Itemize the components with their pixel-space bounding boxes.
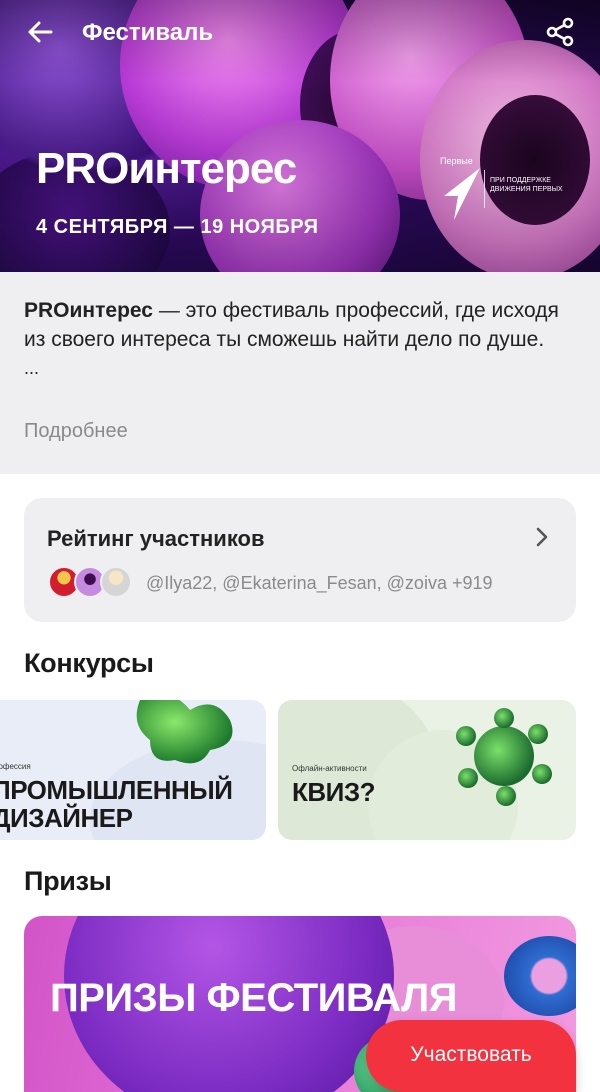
contest-card-industrial-designer[interactable]: рофессия ПРОМЫШЛЕННЫЙ ДИЗАЙНЕР xyxy=(0,700,266,840)
partner-logo-mark xyxy=(444,168,480,220)
banner-dates: 4 СЕНТЯБРЯ — 19 НОЯБРЯ xyxy=(36,216,319,238)
card-decoration xyxy=(504,936,576,1016)
contest-card-quiz[interactable]: Офлайн-активности КВИЗ? xyxy=(278,700,576,840)
festival-banner: PROинтерес 4 СЕНТЯБРЯ — 19 НОЯБРЯ Первые… xyxy=(0,0,600,272)
description-text: PROинтерес — это фестиваль профессий, гд… xyxy=(24,296,576,354)
partner-logo: Первые При поддержке Движения Первых xyxy=(440,152,580,232)
contests-heading: Конкурсы xyxy=(24,648,154,678)
back-button[interactable] xyxy=(20,14,60,50)
contest-name: ПРОМЫШЛЕННЫЙ ДИЗАЙНЕР xyxy=(0,775,233,833)
description-ellipsis: ... xyxy=(24,358,40,378)
partner-logo-divider xyxy=(484,170,485,208)
avatar-group xyxy=(48,566,138,598)
page-title: Фестиваль xyxy=(82,19,214,46)
banner-title: PROинтерес xyxy=(36,144,297,193)
rating-users: @Ilya22, @Ekaterina_Fesan, @zoiva +919 xyxy=(146,573,493,593)
festival-description: PROинтерес — это фестиваль профессий, гд… xyxy=(0,272,600,474)
arrow-left-icon xyxy=(28,21,53,43)
partner-logo-name: Первые xyxy=(440,156,473,166)
top-app-bar: Фестиваль xyxy=(0,0,600,64)
share-button[interactable] xyxy=(538,12,582,52)
participate-button[interactable]: Участвовать xyxy=(366,1020,576,1092)
participants-rating-card[interactable]: Рейтинг участников @Ilya22, @Ekaterina_F… xyxy=(24,498,576,622)
share-icon xyxy=(546,17,574,47)
contest-category: Офлайн-активности xyxy=(292,764,367,773)
contest-category: рофессия xyxy=(0,762,31,771)
read-more-link[interactable]: Подробнее xyxy=(24,420,128,443)
green-virus-image xyxy=(456,708,552,806)
prizes-heading: Призы xyxy=(24,866,112,896)
chevron-right-icon xyxy=(536,527,548,547)
description-name: PROинтерес xyxy=(24,299,153,322)
prizes-card-title: Призы фестиваля xyxy=(50,976,458,1020)
contest-name: КВИЗ? xyxy=(292,777,376,807)
partner-logo-subtitle: При поддержке Движения Первых xyxy=(490,177,563,193)
green-blob-image xyxy=(136,700,233,764)
avatar xyxy=(100,566,132,598)
rating-title: Рейтинг участников xyxy=(47,526,265,551)
